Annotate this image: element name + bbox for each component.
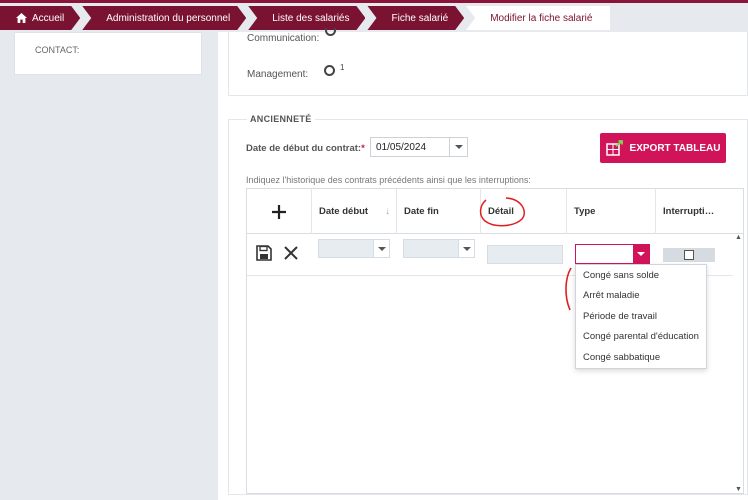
column-interruption[interactable]: Interrupti… xyxy=(656,189,733,234)
contact-label: CONTACT: xyxy=(35,45,80,55)
management-label: Management: xyxy=(247,69,309,80)
breadcrumb-admin[interactable]: Administration du personnel xyxy=(82,6,246,30)
type-option-unpaid-leave[interactable]: Congé sans solde xyxy=(576,265,706,286)
column-start-date[interactable]: Date début ↓ xyxy=(312,189,397,234)
chevron-down-icon xyxy=(462,246,471,251)
communication-label: Communication: xyxy=(247,33,320,44)
contact-card: CONTACT: xyxy=(14,32,202,75)
column-end-date[interactable]: Date fin xyxy=(397,189,481,234)
breadcrumb-employee-file-label: Fiche salarié xyxy=(391,12,449,24)
breadcrumb: Accueil Administration du personnel List… xyxy=(0,6,612,30)
add-row-button[interactable] xyxy=(247,189,312,234)
grid-header: Date début ↓ Date fin Détail Type Interr… xyxy=(247,189,743,234)
home-icon xyxy=(16,13,27,23)
start-date-cell-dropdown[interactable] xyxy=(373,240,389,257)
type-option-sick-leave[interactable]: Arrêt maladie xyxy=(576,286,706,307)
type-cell-dropdown-button[interactable] xyxy=(633,244,649,264)
export-button-label: EXPORT TABLEAU xyxy=(629,142,721,154)
left-panel xyxy=(0,32,218,500)
grid-scrollbar[interactable]: ▲ ▼ xyxy=(733,234,743,493)
breadcrumb-home-label: Accueil xyxy=(32,12,65,24)
chevron-down-icon xyxy=(637,252,645,256)
column-type[interactable]: Type xyxy=(567,189,656,234)
scroll-down-icon[interactable]: ▼ xyxy=(735,486,742,493)
detail-cell-input[interactable] xyxy=(487,245,563,264)
breadcrumb-home[interactable]: Accueil xyxy=(0,6,80,30)
breadcrumb-admin-label: Administration du personnel xyxy=(106,12,231,24)
section-title: ANCIENNETÉ xyxy=(247,114,315,124)
top-accent-bar xyxy=(0,0,748,3)
start-date-label: Date de début du contrat:* xyxy=(246,143,365,154)
checkbox-icon xyxy=(684,250,694,260)
breadcrumb-employees-label: Liste des salariés xyxy=(272,12,350,24)
start-date-label-text: Date de début du contrat: xyxy=(246,143,362,154)
chevron-down-icon xyxy=(377,246,386,251)
export-table-button[interactable]: EXPORT TABLEAU xyxy=(600,133,726,163)
management-radio-icon[interactable] xyxy=(324,65,335,76)
close-icon[interactable] xyxy=(283,245,299,261)
column-start-date-label: Date début xyxy=(319,206,369,217)
end-date-cell-input[interactable] xyxy=(403,239,475,258)
start-date-dropdown-button[interactable] xyxy=(449,138,467,156)
export-icon xyxy=(605,140,623,156)
type-option-parental-leave[interactable]: Congé parental d'éducation xyxy=(576,327,706,348)
column-type-label: Type xyxy=(574,206,596,217)
skills-box: Communication: Management: 1 xyxy=(228,28,748,96)
breadcrumb-current-label: Modifier la fiche salarié xyxy=(490,12,593,24)
chevron-down-icon xyxy=(454,145,463,149)
required-mark: * xyxy=(361,143,365,154)
column-interruption-label: Interrupti… xyxy=(663,206,715,217)
type-cell-select[interactable] xyxy=(575,244,650,264)
breadcrumb-employees[interactable]: Liste des salariés xyxy=(248,6,365,30)
management-value: 1 xyxy=(340,63,345,72)
start-date-input[interactable]: 01/05/2024 xyxy=(370,137,468,157)
plus-icon xyxy=(272,204,286,219)
breadcrumb-current: Modifier la fiche salarié xyxy=(466,6,611,30)
interruption-toggle[interactable] xyxy=(663,248,715,262)
column-end-date-label: Date fin xyxy=(404,206,439,217)
end-date-cell-dropdown[interactable] xyxy=(458,240,474,257)
column-detail-label: Détail xyxy=(488,206,514,217)
sort-arrow-icon[interactable]: ↓ xyxy=(385,206,390,217)
column-detail[interactable]: Détail xyxy=(481,189,567,234)
type-option-sabbatical[interactable]: Congé sabbatique xyxy=(576,347,706,368)
start-date-cell-input[interactable] xyxy=(318,239,390,258)
save-icon[interactable] xyxy=(256,245,272,261)
communication-radio-icon[interactable] xyxy=(325,28,336,36)
type-dropdown-list: Congé sans solde Arrêt maladie Période d… xyxy=(575,264,707,369)
scroll-up-icon[interactable]: ▲ xyxy=(735,234,742,241)
breadcrumb-employee-file[interactable]: Fiche salarié xyxy=(367,6,464,30)
start-date-value: 01/05/2024 xyxy=(376,141,427,153)
history-hint: Indiquez l'historique des contrats précé… xyxy=(246,175,531,185)
type-option-work-period[interactable]: Période de travail xyxy=(576,306,706,327)
